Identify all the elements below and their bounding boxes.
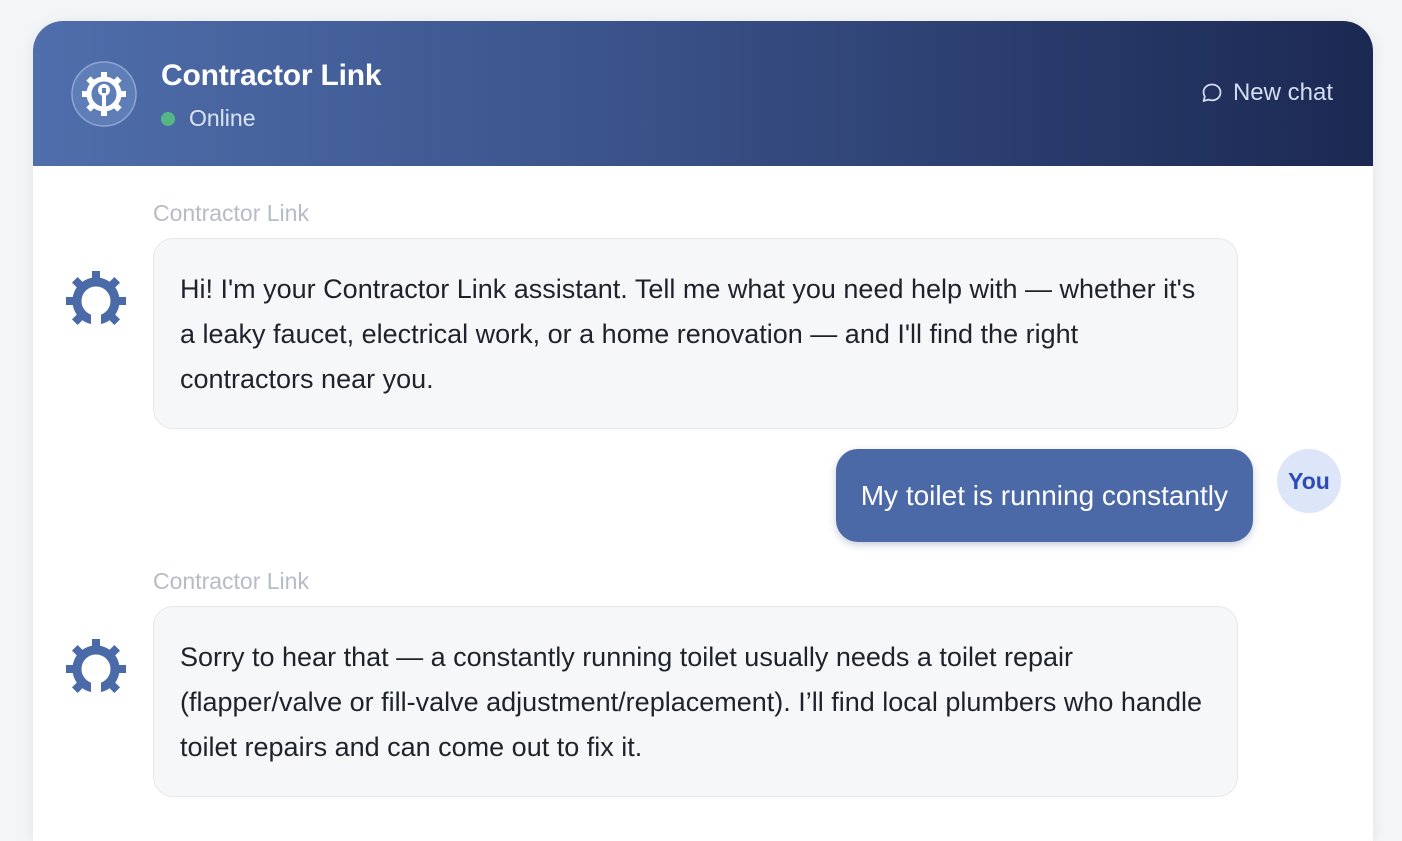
bot-message-bubble: Sorry to hear that — a constantly runnin… — [153, 606, 1238, 797]
chat-bubble-icon — [1202, 83, 1222, 102]
bot-message-bubble: Hi! I'm your Contractor Link assistant. … — [153, 238, 1238, 429]
gear-wrench-icon — [71, 61, 137, 127]
app-title: Contractor Link — [161, 59, 382, 92]
online-dot-icon — [161, 111, 175, 126]
chat-window: Contractor Link Online New chat Contract… — [33, 21, 1373, 841]
user-message-bubble: My toilet is running constantly — [835, 449, 1253, 542]
new-chat-button[interactable]: New chat — [1200, 79, 1333, 107]
sender-name: Contractor Link — [153, 568, 309, 594]
gear-icon — [66, 639, 126, 701]
status-text: Online — [189, 105, 256, 131]
status-indicator: Online — [161, 105, 255, 132]
user-avatar: You — [1277, 449, 1341, 513]
chat-header: Contractor Link Online New chat — [33, 21, 1373, 166]
message-list: Contractor Link Hi! I'm your Contractor … — [33, 166, 1373, 841]
gear-icon — [66, 271, 126, 333]
sender-name: Contractor Link — [153, 200, 309, 226]
new-chat-label: New chat — [1232, 79, 1333, 106]
